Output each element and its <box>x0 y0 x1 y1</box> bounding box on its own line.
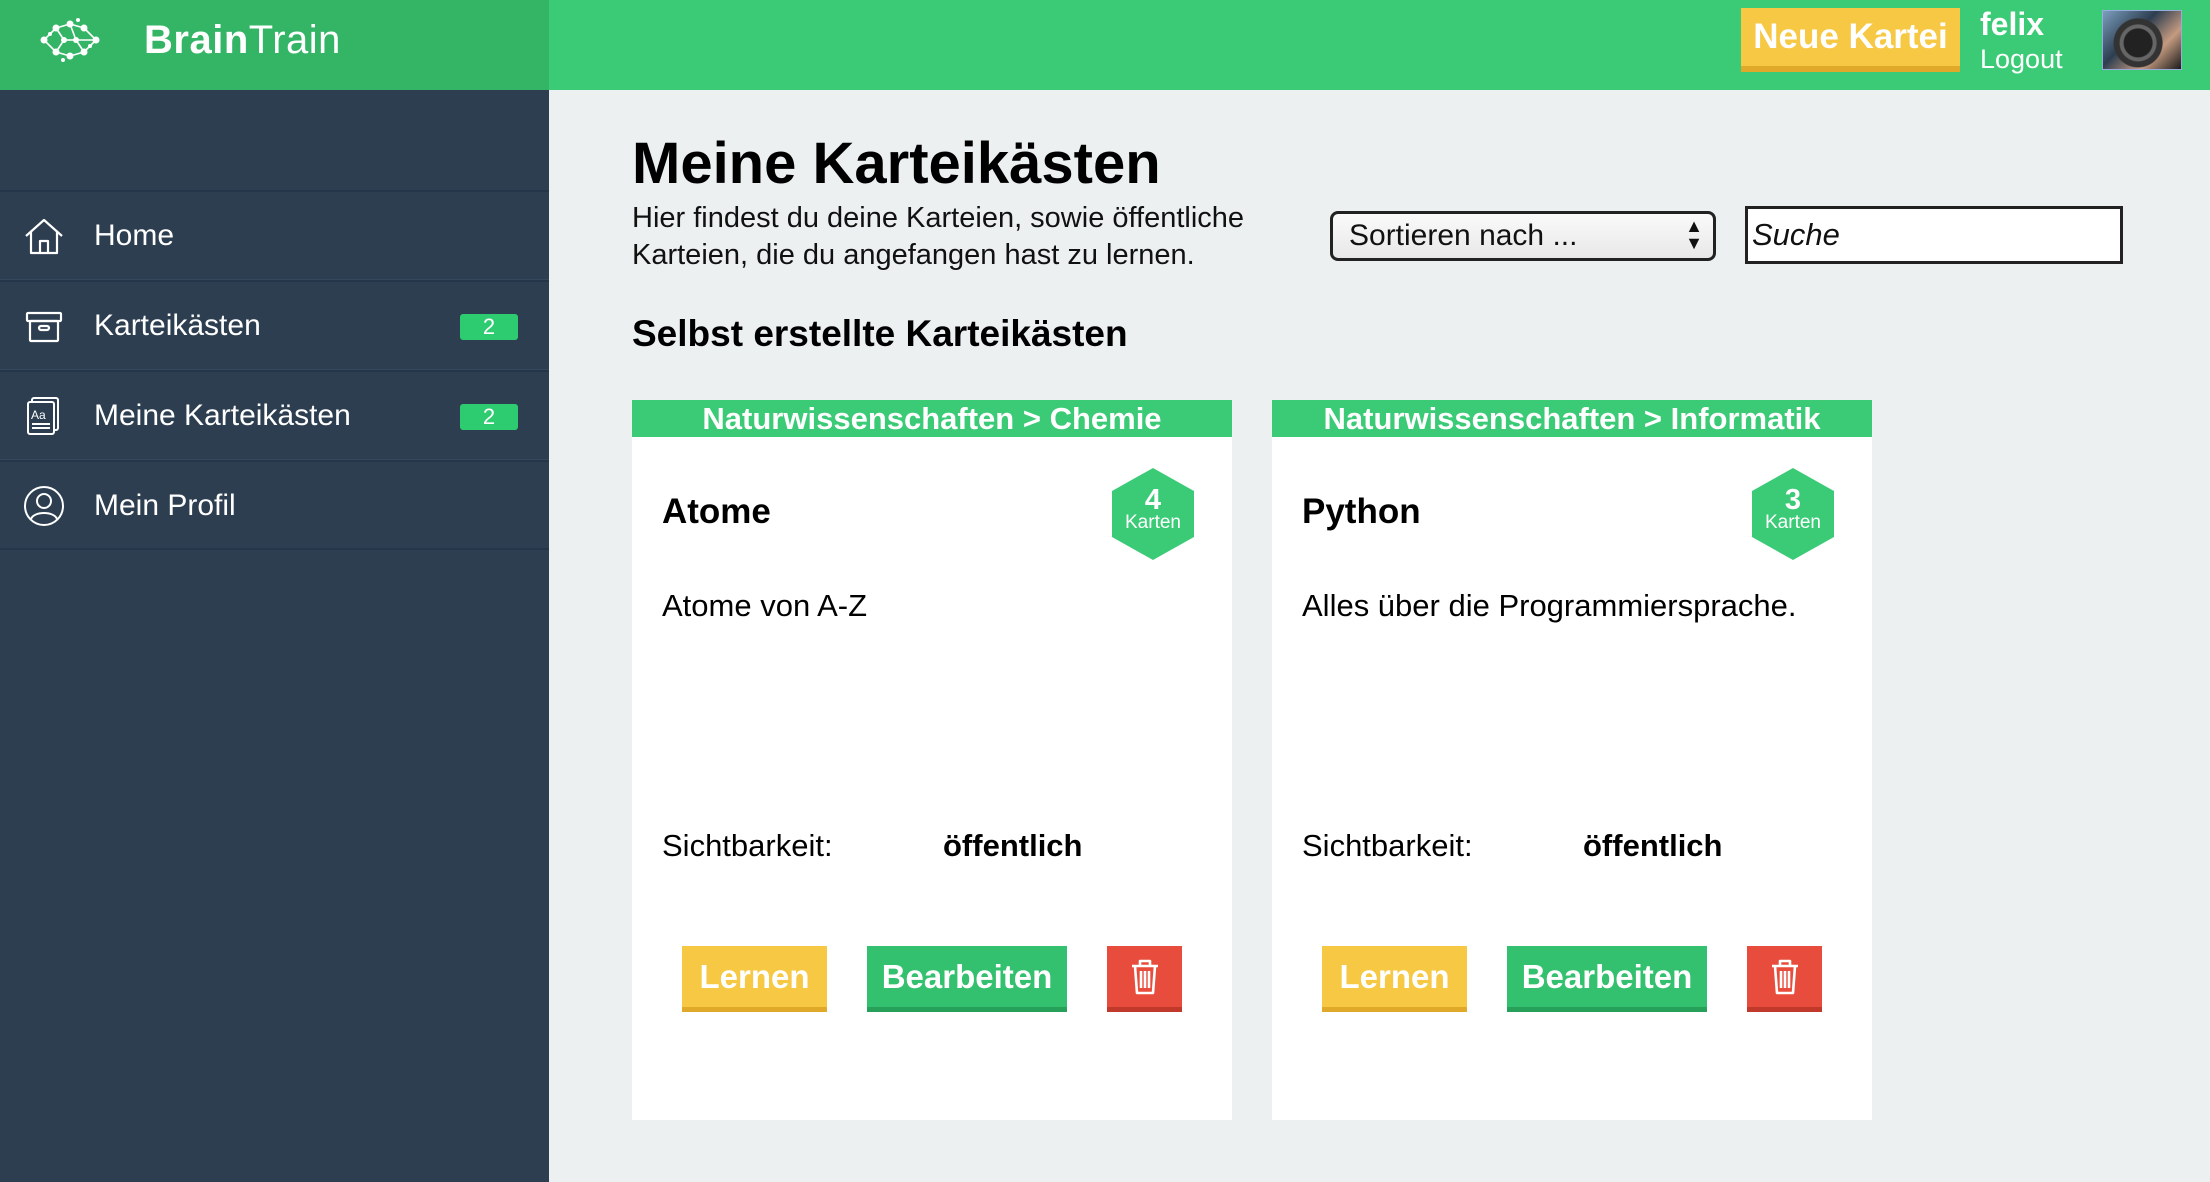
card-count: 4 <box>1144 484 1162 516</box>
card-description: Atome von A-Z <box>662 588 868 623</box>
new-deck-button[interactable]: Neue Kartei <box>1741 8 1960 72</box>
sidebar-item-label: Home <box>94 219 175 252</box>
card-title: Python <box>1302 492 1421 531</box>
visibility-label: Sichtbarkeit: <box>662 828 833 863</box>
sidebar-item-label: Mein Profil <box>94 489 236 522</box>
brain-network-icon <box>40 18 100 62</box>
select-arrows-icon: ▲ ▼ <box>1685 216 1703 253</box>
sidebar: Home Karteikästen 2 Aa Meine Karteikäste… <box>0 90 549 1182</box>
count-badge: 2 <box>460 404 518 430</box>
sidebar-item-label: Karteikästen <box>94 309 261 342</box>
deck-card: Naturwissenschaften > Chemie Atome 4 Kar… <box>632 400 1232 1120</box>
user-profile-icon <box>24 486 64 526</box>
sidebar-item-profil[interactable]: Mein Profil <box>0 460 549 550</box>
trash-icon <box>1131 959 1158 994</box>
card-category[interactable]: Naturwissenschaften > Chemie <box>632 400 1232 437</box>
flashcards-icon: Aa <box>27 397 59 435</box>
page-title: Meine Karteikästen <box>632 131 1161 196</box>
search-placeholder: Suche <box>1752 217 1840 252</box>
card-title: Atome <box>662 492 771 531</box>
delete-button[interactable] <box>1107 946 1182 1012</box>
top-bar <box>549 0 2210 90</box>
sidebar-item-home[interactable]: Home <box>0 190 549 280</box>
card-count-label: Karten <box>1125 512 1181 533</box>
sort-select-value: Sortieren nach ... <box>1349 219 1578 252</box>
sidebar-item-label: Meine Karteikästen <box>94 399 351 432</box>
brand-name: BrainTrain <box>144 18 341 62</box>
archive-box-icon <box>25 311 63 343</box>
user-name: felix <box>1980 6 2045 42</box>
learn-button[interactable]: Lernen <box>682 946 827 1012</box>
sort-select[interactable]: Sortieren nach ... ▲ ▼ <box>1330 211 1716 261</box>
avatar[interactable] <box>2102 10 2182 70</box>
search-input[interactable]: Suche <box>1745 206 2123 264</box>
section-title: Selbst erstellte Karteikästen <box>632 313 1128 354</box>
card-description: Alles über die Programmiersprache. <box>1302 588 1797 623</box>
home-icon <box>25 218 63 255</box>
sidebar-item-meine-karteikaesten[interactable]: Aa Meine Karteikästen 2 <box>0 370 549 460</box>
edit-button[interactable]: Bearbeiten <box>1507 946 1707 1012</box>
deck-card: Naturwissenschaften > Informatik Python … <box>1272 400 1872 1120</box>
card-count-hexagon: 3 Karten <box>1752 468 1834 560</box>
page-subtitle: Hier findest du deine Karteien, sowie öf… <box>632 202 1245 271</box>
delete-button[interactable] <box>1747 946 1822 1012</box>
svg-text:Aa: Aa <box>31 408 46 422</box>
card-count: 3 <box>1784 484 1802 516</box>
sidebar-item-karteikaesten[interactable]: Karteikästen 2 <box>0 280 549 370</box>
edit-button[interactable]: Bearbeiten <box>867 946 1067 1012</box>
card-category[interactable]: Naturwissenschaften > Informatik <box>1272 400 1872 437</box>
brand-logo-bar[interactable]: BrainTrain <box>0 0 549 90</box>
logout-link[interactable]: Logout <box>1980 44 2063 75</box>
trash-icon <box>1771 959 1798 994</box>
visibility-value: öffentlich <box>943 828 1083 863</box>
learn-button[interactable]: Lernen <box>1322 946 1467 1012</box>
count-badge: 2 <box>460 314 518 340</box>
card-count-label: Karten <box>1765 512 1821 533</box>
sidebar-nav: Home Karteikästen 2 Aa Meine Karteikäste… <box>0 190 549 550</box>
visibility-value: öffentlich <box>1583 828 1723 863</box>
visibility-label: Sichtbarkeit: <box>1302 828 1473 863</box>
card-count-hexagon: 4 Karten <box>1112 468 1194 560</box>
